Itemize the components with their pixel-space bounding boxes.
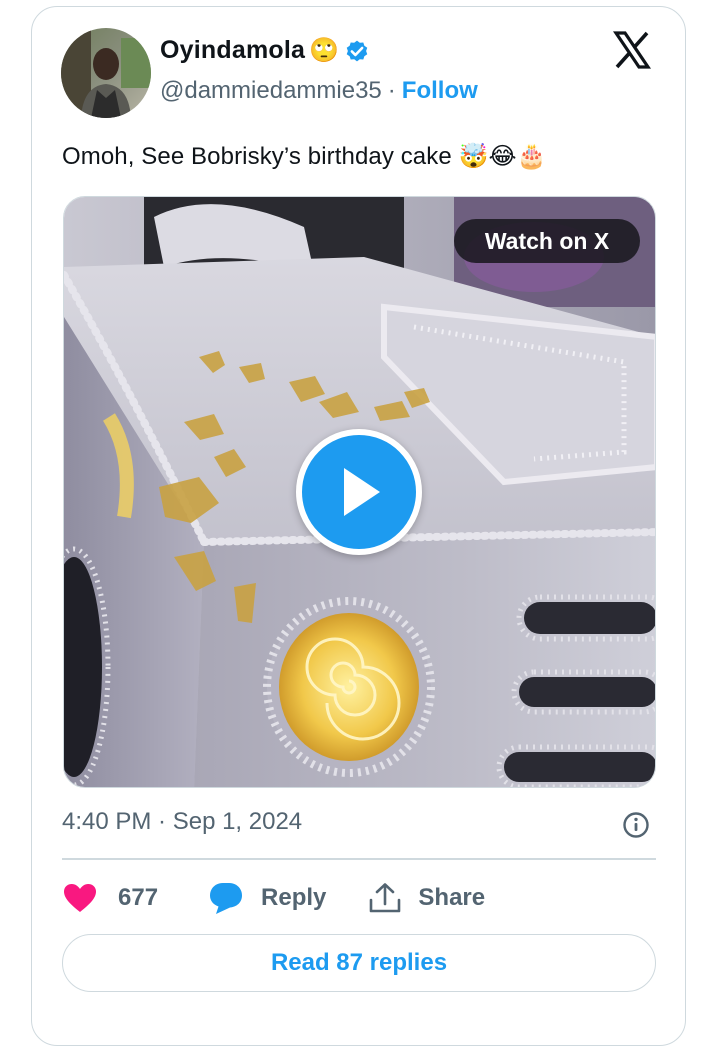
x-logo-icon[interactable] [612,30,652,70]
reply-bubble-icon [210,883,243,914]
tweet-text: Omoh, See Bobrisky’s birthday cake 🤯😂🎂 [62,143,547,170]
reply-button[interactable]: Reply [208,881,326,915]
action-bar: 677 Reply Share [62,876,485,920]
like-button[interactable]: 677 [62,882,158,914]
play-icon [344,468,380,516]
reply-label: Reply [261,884,327,911]
avatar-image [61,28,151,118]
handle-row: @dammiedammie35 · Follow [160,77,478,105]
verified-badge-icon [346,40,368,61]
share-label: Share [418,884,486,911]
follow-button[interactable]: Follow [402,77,478,105]
separator-dot: · [387,77,396,104]
user-handle[interactable]: @dammiedammie35 [160,77,382,105]
avatar[interactable] [61,28,151,118]
share-button[interactable]: Share [368,882,485,914]
like-count: 677 [118,884,159,911]
heart-icon [64,884,96,912]
read-replies-button[interactable]: Read 87 replies [62,934,656,992]
divider [62,858,656,860]
tweet-timestamp[interactable]: 4:40 PM · Sep 1, 2024 [62,808,302,836]
play-button[interactable] [296,429,422,555]
watch-on-x-button[interactable]: Watch on X [454,219,640,263]
name-emoji: 🙄 [309,36,339,64]
user-name-row[interactable]: Oyindamola 🙄 [160,36,371,65]
info-icon[interactable] [622,811,650,839]
share-icon [370,883,401,913]
display-name[interactable]: Oyindamola [160,36,305,65]
